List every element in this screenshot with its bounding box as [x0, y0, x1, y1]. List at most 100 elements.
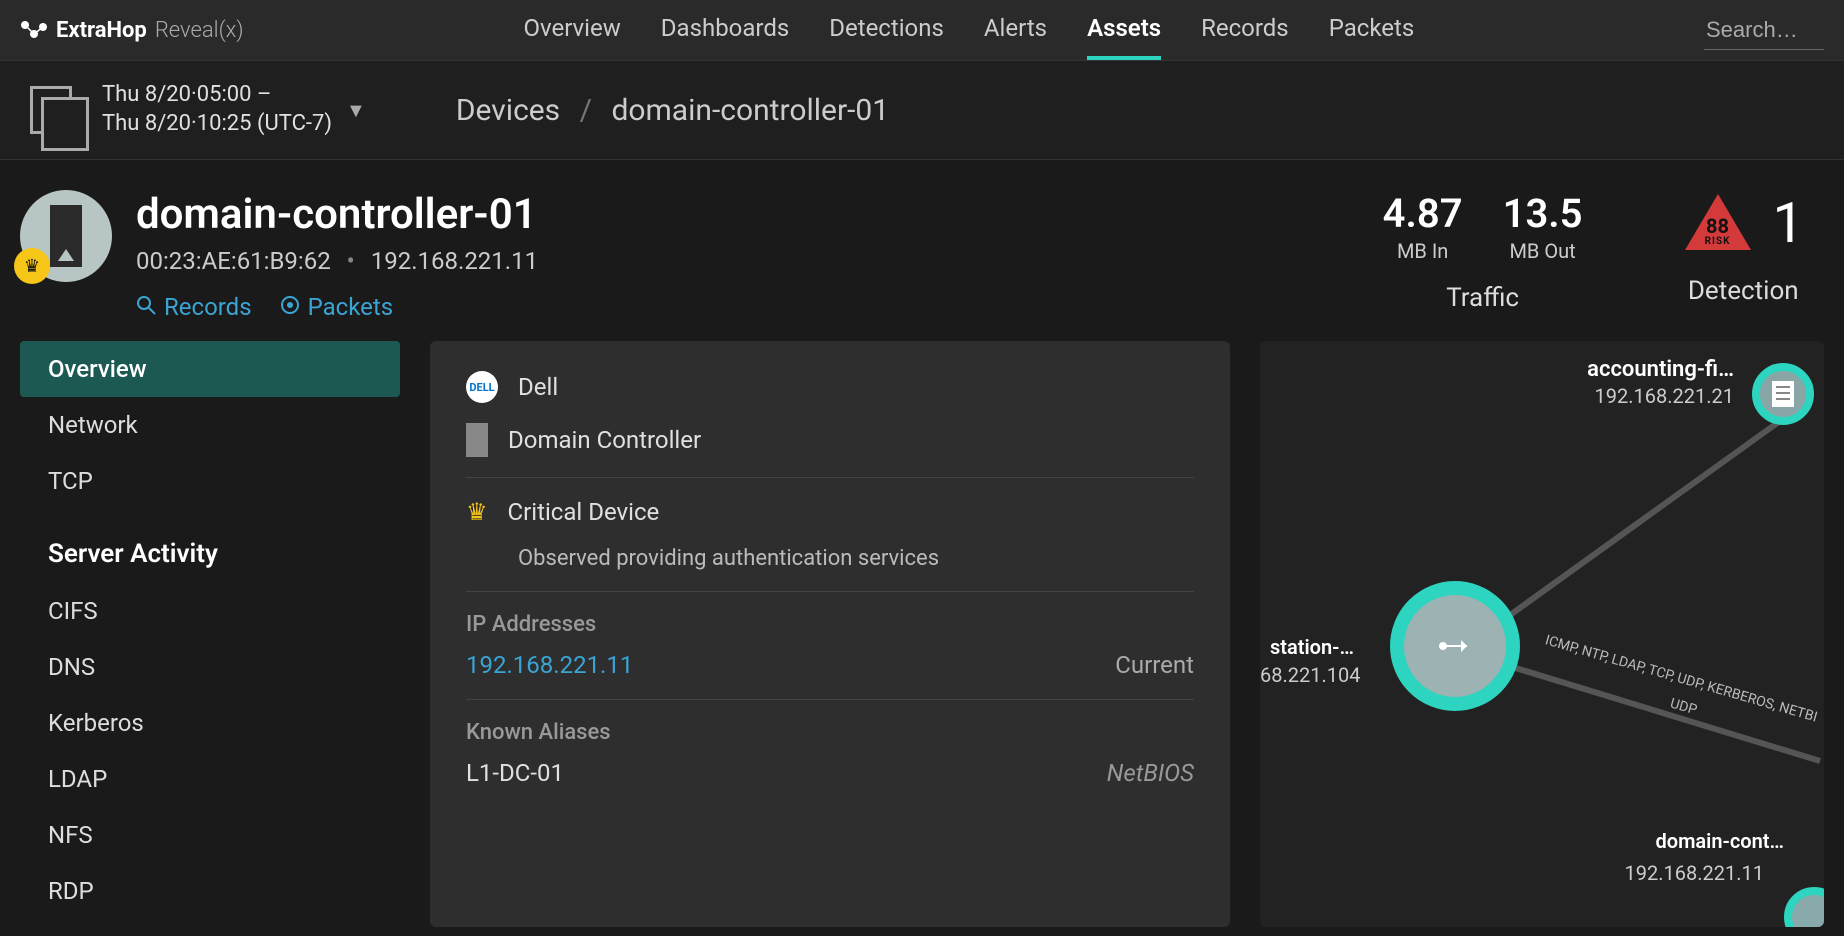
nav-tabs: Overview Dashboards Detections Alerts As…	[524, 0, 1415, 60]
device-info: domain-controller-01 00:23:AE:61:B9:62 •…	[136, 190, 1359, 321]
breadcrumb-separator: /	[580, 93, 592, 128]
nav-tab-assets[interactable]: Assets	[1087, 0, 1161, 60]
graph-node-domain-controller[interactable]	[1784, 887, 1824, 927]
ip-status: Current	[1115, 651, 1194, 679]
traffic-in-unit: MB In	[1383, 239, 1463, 263]
packets-link-label: Packets	[308, 293, 394, 321]
alias-row: L1-DC-01 NetBIOS	[466, 759, 1194, 787]
device-header: ♛ domain-controller-01 00:23:AE:61:B9:62…	[0, 160, 1844, 341]
role-row: Domain Controller	[466, 423, 1194, 457]
critical-label: Critical Device	[508, 498, 660, 526]
traffic-out-unit: MB Out	[1503, 239, 1583, 263]
vendor-row: DELL Dell	[466, 371, 1194, 403]
node-label: domain-cont…	[1655, 829, 1784, 853]
packets-link[interactable]: Packets	[280, 293, 394, 321]
sidebar-item-dns[interactable]: DNS	[20, 639, 400, 695]
top-navigation: ExtraHop Reveal(x) Overview Dashboards D…	[0, 0, 1844, 60]
detection-label: Detection	[1683, 276, 1804, 306]
brand-product: Reveal(x)	[155, 18, 244, 43]
sidebar-heading-server-activity: Server Activity	[20, 509, 400, 583]
graph-node-accounting[interactable]: accounting-fi… 192.168.221.21	[1587, 357, 1734, 408]
sidebar-item-rdp[interactable]: RDP	[20, 863, 400, 919]
device-meta: 00:23:AE:61:B9:62 • 192.168.221.11	[136, 247, 1359, 275]
sidebar-item-overview[interactable]: Overview	[20, 341, 400, 397]
document-node-icon[interactable]	[1752, 363, 1814, 425]
sidebar-item-nfs[interactable]: NFS	[20, 807, 400, 863]
sidebar-item-cifs[interactable]: CIFS	[20, 583, 400, 639]
device-name: domain-controller-01	[136, 190, 1359, 239]
risk-triangle-icon: 88 RISK	[1683, 192, 1753, 254]
nav-tab-packets[interactable]: Packets	[1329, 0, 1415, 60]
breadcrumb: Devices / domain-controller-01	[456, 93, 889, 128]
node-ip: 192.168.221.21	[1587, 384, 1734, 408]
ip-address-link[interactable]: 192.168.221.11	[466, 651, 633, 679]
graph-edges	[1260, 341, 1824, 901]
breadcrumb-parent[interactable]: Devices	[456, 93, 560, 128]
detection-count: 1	[1773, 190, 1804, 256]
ip-address-row: 192.168.221.11 Current	[466, 651, 1194, 679]
nav-tab-dashboards[interactable]: Dashboards	[661, 0, 789, 60]
brand-logo[interactable]: ExtraHop Reveal(x)	[20, 18, 244, 43]
main-content: Overview Network TCP Server Activity CIF…	[0, 341, 1844, 927]
network-graph-panel[interactable]: accounting-fi… 192.168.221.21 station-… …	[1260, 341, 1824, 927]
device-details-panel: DELL Dell Domain Controller ♛ Critical D…	[430, 341, 1230, 927]
header-stats: 4.87 MB In 13.5 MB Out Traffic 88 RISK 1…	[1383, 190, 1804, 313]
role-name: Domain Controller	[508, 426, 701, 454]
dell-badge-icon: DELL	[466, 371, 498, 403]
aliases-heading: Known Aliases	[466, 720, 1194, 745]
divider	[466, 699, 1194, 700]
search-input[interactable]	[1706, 17, 1822, 43]
sidebar-item-tcp[interactable]: TCP	[20, 453, 400, 509]
breadcrumb-current: domain-controller-01	[611, 93, 889, 128]
context-bar: Thu 8/20·05:00 – Thu 8/20·10:25 (UTC-7) …	[0, 60, 1844, 160]
risk-label: RISK	[1683, 236, 1753, 247]
node-label: accounting-fi…	[1587, 357, 1734, 382]
records-link[interactable]: Records	[136, 293, 252, 321]
search-container	[1704, 11, 1824, 50]
sidebar-item-kerberos[interactable]: Kerberos	[20, 695, 400, 751]
ip-addresses-heading: IP Addresses	[466, 612, 1194, 637]
brand-name: ExtraHop	[56, 18, 147, 43]
device-mac: 00:23:AE:61:B9:62	[136, 247, 331, 275]
sidebar-item-ldap[interactable]: LDAP	[20, 751, 400, 807]
crown-badge-icon: ♛	[14, 248, 50, 284]
vendor-name: Dell	[518, 373, 558, 401]
meta-separator: •	[347, 247, 355, 275]
node-ip-station: 68.221.104	[1260, 663, 1360, 687]
critical-description: Observed providing authentication servic…	[518, 546, 1194, 571]
traffic-stat[interactable]: 4.87 MB In 13.5 MB Out Traffic	[1383, 190, 1583, 313]
alias-type: NetBIOS	[1107, 759, 1194, 787]
nav-tab-detections[interactable]: Detections	[829, 0, 944, 60]
crown-icon: ♛	[466, 498, 488, 526]
graph-tag-station: station-…	[1260, 631, 1364, 663]
traffic-label: Traffic	[1383, 283, 1583, 313]
device-ip: 192.168.221.11	[371, 247, 538, 275]
detail-sidebar: Overview Network TCP Server Activity CIF…	[20, 341, 400, 927]
window-stack-icon[interactable]	[30, 86, 72, 134]
device-avatar: ♛	[20, 190, 112, 282]
node-circle-icon	[1390, 581, 1520, 711]
divider	[466, 477, 1194, 478]
sidebar-item-network[interactable]: Network	[20, 397, 400, 453]
detection-stat[interactable]: 88 RISK 1 Detection	[1683, 190, 1804, 313]
node-circle-icon	[1784, 887, 1824, 927]
graph-node-station[interactable]	[1390, 581, 1520, 711]
time-range-end: Thu 8/20·10:25 (UTC-7)	[102, 110, 332, 139]
node-label: station-…	[1270, 635, 1354, 659]
search-icon	[136, 293, 156, 321]
nav-tab-overview[interactable]: Overview	[524, 0, 621, 60]
divider	[466, 591, 1194, 592]
alias-value: L1-DC-01	[466, 759, 564, 787]
nav-tab-records[interactable]: Records	[1201, 0, 1289, 60]
device-quick-links: Records Packets	[136, 293, 1359, 321]
nav-tab-alerts[interactable]: Alerts	[984, 0, 1047, 60]
risk-score: 88	[1683, 214, 1753, 238]
graph-tag-domain-controller: domain-cont…	[1645, 825, 1794, 857]
extrahop-icon	[20, 20, 48, 40]
traffic-out-value: 13.5	[1503, 190, 1583, 237]
time-range-start: Thu 8/20·05:00 –	[102, 81, 332, 110]
node-ip-dc: 192.168.221.11	[1625, 861, 1764, 885]
server-tower-icon	[50, 205, 82, 267]
time-range-picker[interactable]: Thu 8/20·05:00 – Thu 8/20·10:25 (UTC-7) …	[102, 81, 366, 138]
chevron-down-icon: ▼	[346, 98, 366, 123]
